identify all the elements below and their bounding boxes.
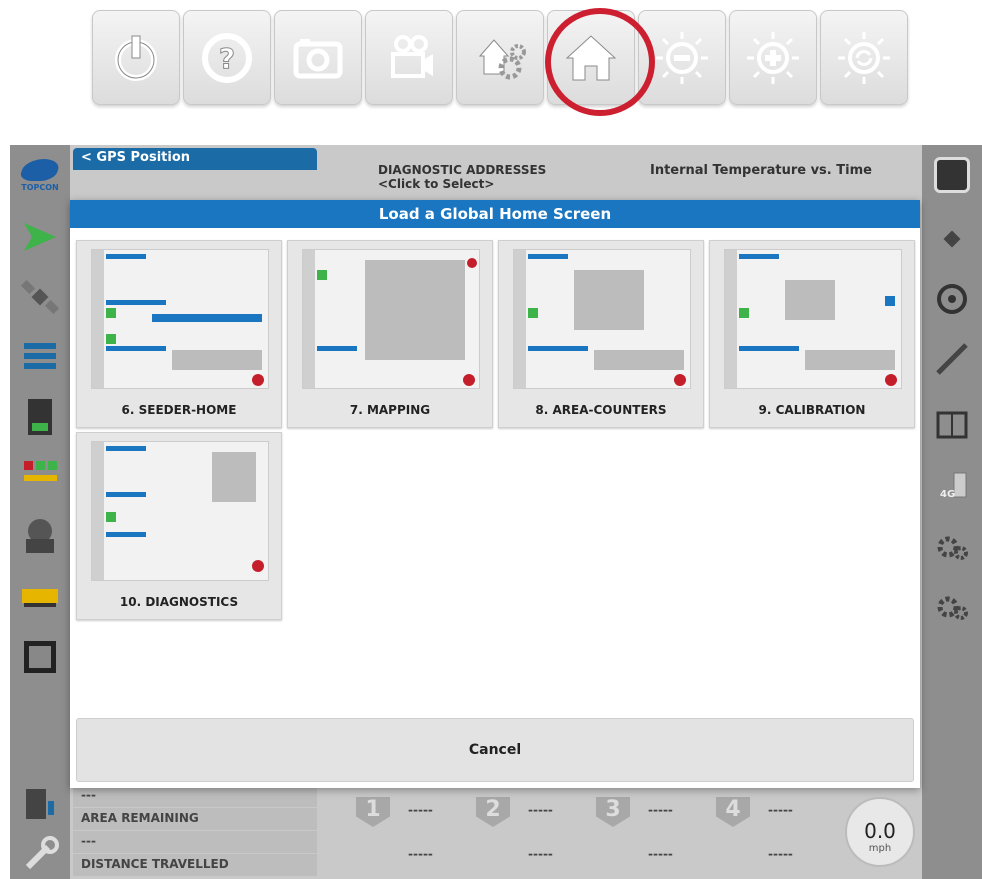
lower-counter-4: ----- bbox=[768, 847, 793, 861]
counter-2: 2 ----- bbox=[476, 797, 586, 831]
power-icon bbox=[115, 35, 157, 81]
video-monitor-icon[interactable] bbox=[20, 637, 60, 677]
right-sidebar: 4G bbox=[922, 145, 982, 879]
section-control-icon[interactable] bbox=[20, 457, 60, 497]
diag-title: DIAGNOSTIC ADDRESSES bbox=[378, 163, 547, 177]
fuel-icon[interactable] bbox=[20, 785, 60, 825]
screen-thumbnail bbox=[91, 249, 269, 389]
svg-text:?: ? bbox=[219, 42, 235, 75]
task-icon[interactable] bbox=[20, 397, 60, 437]
wrench-icon[interactable] bbox=[20, 835, 60, 875]
help-button[interactable]: ? bbox=[183, 10, 271, 105]
home-screen-card-seeder[interactable]: 6. SEEDER-HOME bbox=[76, 240, 282, 428]
video-button[interactable] bbox=[365, 10, 453, 105]
lower-counter-3: ----- bbox=[648, 847, 673, 861]
highlight-circle bbox=[545, 8, 655, 116]
counter-1: 1 ----- bbox=[356, 797, 466, 831]
screen-thumbnail bbox=[302, 249, 480, 389]
cancel-button[interactable]: Cancel bbox=[76, 718, 914, 782]
brightness-minus-icon bbox=[656, 31, 708, 84]
satellite-side-icon[interactable] bbox=[934, 221, 970, 257]
brightness-auto-icon bbox=[838, 31, 890, 84]
brightness-plus-icon bbox=[747, 31, 799, 84]
screen-thumbnail bbox=[91, 441, 269, 581]
status-value: --- bbox=[73, 831, 317, 853]
steering-wheel-icon[interactable] bbox=[934, 281, 970, 317]
power-button[interactable] bbox=[92, 10, 180, 105]
card-label: 10. DIAGNOSTICS bbox=[119, 595, 239, 609]
load-home-screen-dialog: Load a Global Home Screen 6. SEEDER-HOME… bbox=[70, 200, 920, 788]
diagnostic-addresses-panel: DIAGNOSTIC ADDRESSES <Click to Select> bbox=[340, 163, 560, 203]
svg-text:4G: 4G bbox=[940, 489, 955, 500]
guidance-arrow-icon[interactable] bbox=[20, 217, 60, 257]
home-settings-button[interactable] bbox=[456, 10, 544, 105]
implement-icon[interactable] bbox=[20, 517, 60, 557]
video-camera-icon bbox=[391, 34, 433, 78]
left-sidebar: TOPCON bbox=[10, 145, 70, 879]
area-remaining-label: AREA REMAINING bbox=[73, 808, 317, 830]
screen-thumbnail bbox=[513, 249, 691, 389]
speed-value: 0.0 bbox=[864, 819, 896, 843]
boom-icon[interactable] bbox=[934, 341, 970, 377]
lower-counter-2: ----- bbox=[528, 847, 553, 861]
brightness-auto-button[interactable] bbox=[820, 10, 908, 105]
home-screen-card-diagnostics[interactable]: 10. DIAGNOSTICS bbox=[76, 432, 282, 620]
temperature-chart-title: Internal Temperature vs. Time bbox=[650, 163, 872, 178]
book-icon[interactable] bbox=[934, 407, 970, 443]
gps-position-tab[interactable]: < GPS Position bbox=[73, 148, 317, 170]
satellite-icon[interactable] bbox=[20, 277, 60, 317]
camera-icon bbox=[293, 38, 343, 78]
advanced-settings-icon[interactable] bbox=[934, 589, 970, 625]
home-screen-card-mapping[interactable]: 7. MAPPING bbox=[287, 240, 493, 428]
topcon-logo: TOPCON bbox=[16, 159, 64, 199]
display-icon[interactable] bbox=[934, 157, 970, 193]
card-label: 8. AREA-COUNTERS bbox=[535, 403, 667, 417]
seeder-icon[interactable] bbox=[20, 577, 60, 617]
diag-subtitle: <Click to Select> bbox=[378, 177, 495, 191]
home-screen-card-calibration[interactable]: 9. CALIBRATION bbox=[709, 240, 915, 428]
card-label: 6. SEEDER-HOME bbox=[121, 403, 237, 417]
settings-gears-icon[interactable] bbox=[934, 529, 970, 565]
top-toolbar: ? bbox=[92, 8, 910, 116]
home-screen-card-area-counters[interactable]: 8. AREA-COUNTERS bbox=[498, 240, 704, 428]
distance-travelled-label: DISTANCE TRAVELLED bbox=[73, 854, 317, 876]
question-icon: ? bbox=[202, 32, 252, 83]
dialog-title: Load a Global Home Screen bbox=[70, 200, 920, 228]
counter-3: 3 ----- bbox=[596, 797, 706, 831]
bottom-left-status: --- AREA REMAINING --- DISTANCE TRAVELLE… bbox=[73, 785, 317, 879]
section-counters: 1 ----- 2 ----- 3 ----- 4 ----- ----- --… bbox=[346, 797, 856, 879]
screenshot-button[interactable] bbox=[274, 10, 362, 105]
card-label: 9. CALIBRATION bbox=[758, 403, 866, 417]
speedometer: 0.0 mph bbox=[845, 797, 915, 867]
speed-unit: mph bbox=[868, 843, 892, 854]
sections-icon[interactable] bbox=[20, 337, 60, 377]
4g-modem-icon[interactable]: 4G bbox=[934, 467, 970, 503]
card-label: 7. MAPPING bbox=[349, 403, 431, 417]
status-value: --- bbox=[73, 785, 317, 807]
home-gear-icon bbox=[478, 38, 526, 79]
lower-counter-1: ----- bbox=[408, 847, 433, 861]
brightness-up-button[interactable] bbox=[729, 10, 817, 105]
screen-thumbnail bbox=[724, 249, 902, 389]
counter-4: 4 ----- bbox=[716, 797, 826, 831]
